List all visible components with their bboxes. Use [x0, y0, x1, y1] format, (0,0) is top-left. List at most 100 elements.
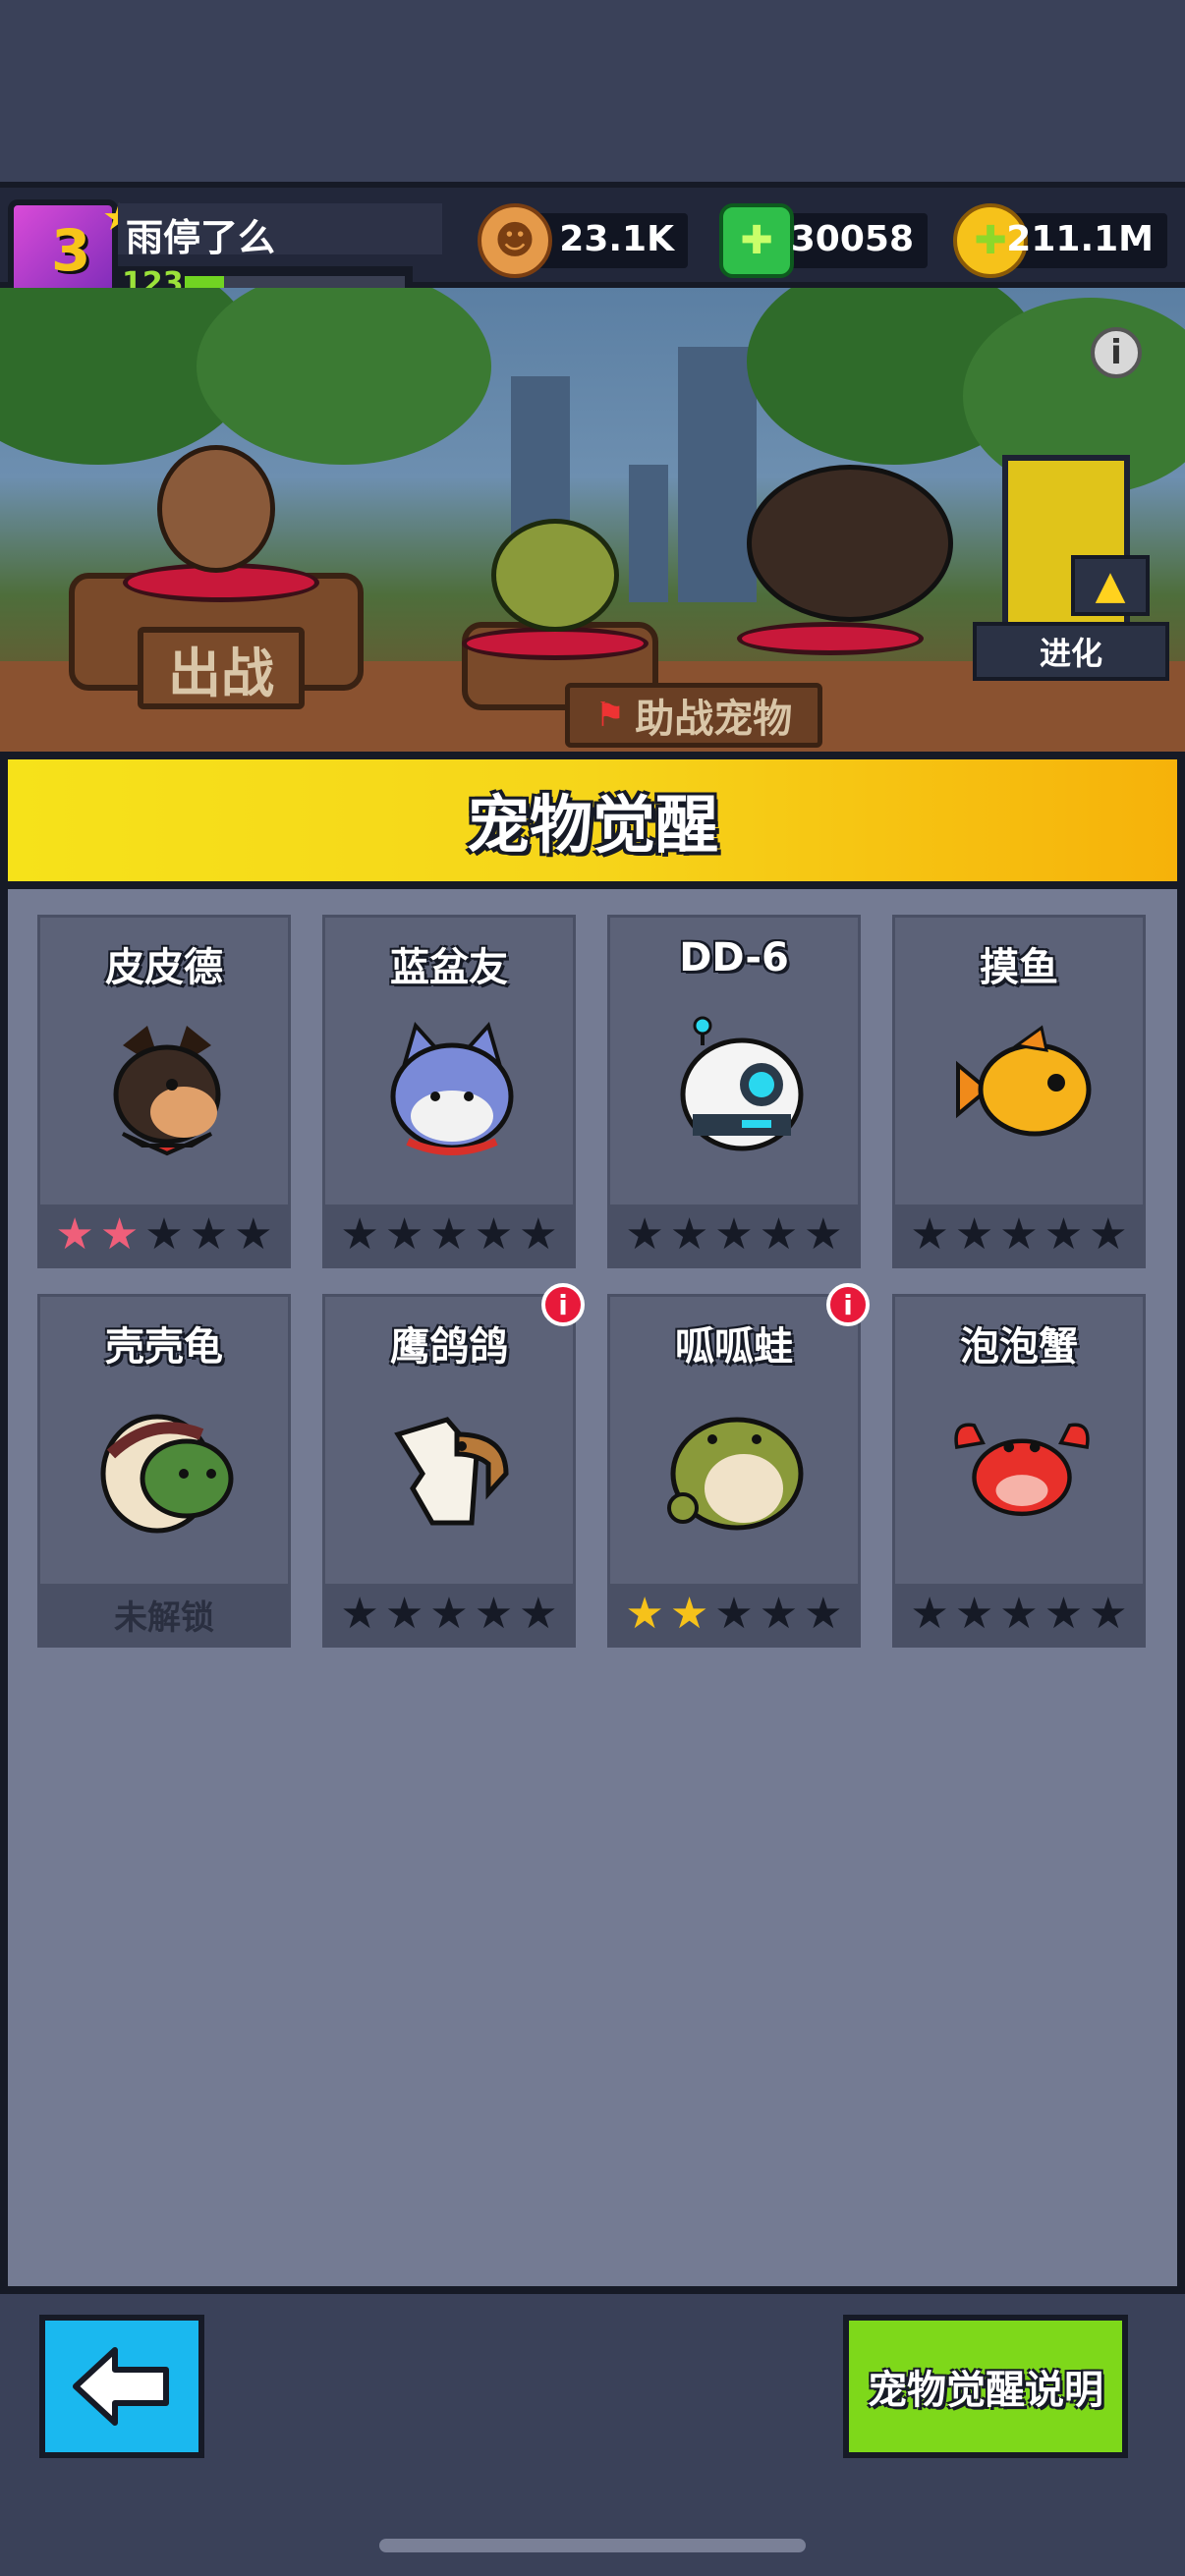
pet-name: 皮皮德 — [105, 945, 223, 990]
star-empty-icon: ★ — [954, 1589, 994, 1639]
back-arrow-icon — [73, 2347, 169, 2426]
pet-card[interactable]: 蓝盆友 ★ ★ ★ ★ ★ — [322, 915, 576, 1268]
arrow-up-icon: ▲ — [1071, 555, 1150, 616]
star-empty-icon: ★ — [759, 1209, 799, 1260]
star-empty-icon: ★ — [1044, 1589, 1084, 1639]
eagle-icon — [378, 1395, 526, 1542]
name-panel: 雨停了么 — [118, 203, 442, 259]
awakening-help-button[interactable]: 宠物觉醒说明 — [843, 2315, 1128, 2458]
pet-name: 摸鱼 — [980, 945, 1058, 990]
star-empty-icon: ★ — [625, 1209, 664, 1260]
star-empty-icon: ★ — [804, 1209, 843, 1260]
resource-bone-coin[interactable]: ☻ 23.1K — [478, 203, 688, 278]
pet-name: 呱呱蛙 — [675, 1324, 793, 1370]
star-empty-icon: ★ — [474, 1209, 514, 1260]
pet-name: 泡泡蟹 — [960, 1324, 1078, 1370]
bone-coin-value: 23.1K — [559, 219, 674, 259]
pet-awakening-panel: 宠物觉醒 皮皮德 ★ ★ ★ ★ ★ 蓝盆友 ★ ★ ★ ★ ★ DD-6 ★ ★ ★ ★ ★ — [0, 752, 1185, 2294]
locked-label: 未解锁 — [40, 1584, 288, 1645]
bone-coin-icon: ☻ — [478, 203, 552, 278]
star-empty-icon: ★ — [714, 1589, 754, 1639]
info-icon[interactable]: i — [1091, 327, 1142, 378]
avatar-level: 3 — [51, 217, 91, 284]
panel-title: 宠物觉醒 — [467, 790, 718, 863]
blue-cat-icon — [378, 1016, 526, 1163]
flag-icon: ⚑ — [594, 696, 626, 735]
star-empty-icon: ★ — [714, 1209, 754, 1260]
robot-icon — [663, 1016, 811, 1163]
pet-card[interactable]: 壳壳龟 未解锁 — [37, 1294, 291, 1648]
star-empty-icon: ★ — [519, 1589, 558, 1639]
support-pad — [462, 627, 649, 660]
star-rating: ★ ★ ★ ★ ★ — [40, 1204, 288, 1265]
fight-sign[interactable]: 出战 — [138, 627, 305, 709]
star-filled-icon: ★ — [669, 1589, 709, 1639]
star-rating: ★ ★ ★ ★ ★ — [895, 1584, 1143, 1645]
shepherd-dog-icon — [93, 1016, 241, 1163]
pet-name: DD-6 — [679, 935, 789, 980]
green-gem-icon: ✚ — [719, 203, 794, 278]
home-indicator — [379, 2539, 806, 2552]
star-empty-icon: ★ — [384, 1589, 424, 1639]
support-pets-sign[interactable]: ⚑ 助战宠物 — [565, 683, 822, 748]
panel-title-bar: 宠物觉醒 — [8, 759, 1177, 889]
pet-grid: 皮皮德 ★ ★ ★ ★ ★ 蓝盆友 ★ ★ ★ ★ ★ DD-6 ★ ★ ★ ★ ★ 摸鱼 — [37, 915, 1157, 1648]
star-empty-icon: ★ — [910, 1209, 949, 1260]
pet-card[interactable]: 皮皮德 ★ ★ ★ ★ ★ — [37, 915, 291, 1268]
pet-scene: 出战 ⚑ 助战宠物 i ▲ 进化 — [0, 288, 1185, 761]
resource-gold[interactable]: ✚ 211.1M — [953, 203, 1167, 278]
star-empty-icon: ★ — [910, 1589, 949, 1639]
pet-card[interactable]: 泡泡蟹 ★ ★ ★ ★ ★ — [892, 1294, 1146, 1648]
star-empty-icon: ★ — [999, 1589, 1039, 1639]
star-empty-icon: ★ — [189, 1209, 229, 1260]
player-name: 雨停了么 — [126, 216, 276, 259]
support-pad — [737, 622, 924, 655]
star-rating: ★ ★ ★ ★ ★ — [325, 1584, 573, 1645]
active-pet-dog[interactable] — [157, 445, 275, 573]
support-pets-label: 助战宠物 — [635, 697, 793, 742]
star-empty-icon: ★ — [144, 1209, 184, 1260]
pet-name: 蓝盆友 — [390, 945, 508, 990]
back-button[interactable] — [39, 2315, 204, 2458]
support-pet-frog[interactable] — [491, 519, 619, 632]
star-empty-icon: ★ — [954, 1209, 994, 1260]
pet-name: 壳壳龟 — [105, 1324, 223, 1370]
star-rating: ★ ★ ★ ★ ★ — [895, 1204, 1143, 1265]
star-filled-icon: ★ — [625, 1589, 664, 1639]
support-pet-eagle[interactable] — [747, 465, 953, 622]
star-empty-icon: ★ — [669, 1209, 709, 1260]
star-empty-icon: ★ — [429, 1589, 469, 1639]
pet-card[interactable]: 摸鱼 ★ ★ ★ ★ ★ — [892, 915, 1146, 1268]
pet-card[interactable]: DD-6 ★ ★ ★ ★ ★ — [607, 915, 861, 1268]
star-empty-icon: ★ — [519, 1209, 558, 1260]
star-empty-icon: ★ — [340, 1209, 379, 1260]
frog-icon — [663, 1395, 811, 1542]
gem-value: 30058 — [790, 219, 914, 259]
star-empty-icon: ★ — [384, 1209, 424, 1260]
background-building — [678, 347, 757, 602]
gold-value: 211.1M — [1006, 219, 1154, 259]
tree — [197, 288, 491, 465]
background-building — [629, 465, 668, 602]
star-empty-icon: ★ — [474, 1589, 514, 1639]
star-empty-icon: ★ — [999, 1209, 1039, 1260]
star-empty-icon: ★ — [804, 1589, 843, 1639]
status-bar-area — [0, 0, 1185, 182]
pet-name: 鹰鸽鸽 — [390, 1324, 508, 1370]
star-empty-icon: ★ — [429, 1209, 469, 1260]
star-empty-icon: ★ — [759, 1589, 799, 1639]
pet-card[interactable]: i 呱呱蛙 ★ ★ ★ ★ ★ — [607, 1283, 870, 1648]
crab-icon — [948, 1395, 1096, 1542]
resource-gem[interactable]: ✚ 30058 — [719, 203, 928, 278]
player-header: 3 ★ 雨停了么 123 ☻ 23.1K ✚ 30058 ✚ 211.1M — [0, 182, 1185, 309]
goldfish-icon — [948, 1016, 1096, 1163]
star-filled-icon: ★ — [99, 1209, 140, 1260]
star-empty-icon: ★ — [1089, 1209, 1128, 1260]
pet-card[interactable]: i 鹰鸽鸽 ★ ★ ★ ★ ★ — [322, 1283, 585, 1648]
star-empty-icon: ★ — [340, 1589, 379, 1639]
star-rating: ★ ★ ★ ★ ★ — [610, 1204, 858, 1265]
evolve-button[interactable]: 进化 — [973, 622, 1169, 681]
star-rating: ★ ★ ★ ★ ★ — [610, 1584, 858, 1645]
star-empty-icon: ★ — [234, 1209, 273, 1260]
star-empty-icon: ★ — [1044, 1209, 1084, 1260]
